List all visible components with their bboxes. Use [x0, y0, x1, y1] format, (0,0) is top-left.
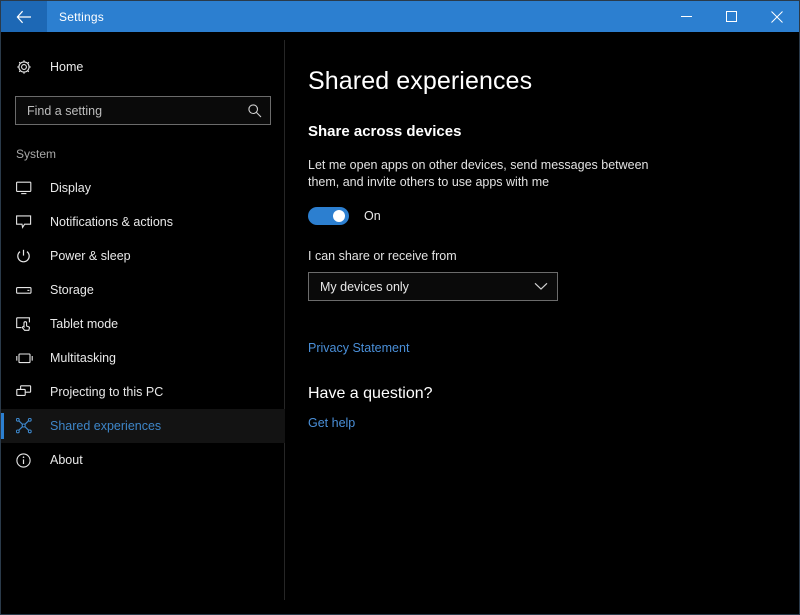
storage-drive-icon — [16, 280, 40, 300]
section-description: Let me open apps on other devices, send … — [308, 157, 674, 191]
sidebar-item-tablet-mode-label: Tablet mode — [40, 317, 118, 331]
section-title: Share across devices — [308, 123, 799, 140]
window-body: Home System — [1, 32, 799, 614]
sidebar-item-home-label: Home — [40, 60, 83, 74]
back-button[interactable] — [1, 1, 47, 32]
share-nodes-icon — [16, 416, 40, 436]
toggle-knob — [333, 210, 345, 222]
sidebar-item-power-label: Power & sleep — [40, 249, 131, 263]
sidebar: Home System — [1, 32, 285, 614]
sidebar-item-about-label: About — [40, 453, 83, 467]
toggle-state-label: On — [364, 209, 381, 223]
sidebar-item-storage[interactable]: Storage — [1, 273, 285, 307]
close-icon — [771, 11, 783, 23]
help-heading: Have a question? — [308, 385, 799, 403]
projecting-screens-icon — [16, 382, 40, 402]
monitor-icon — [16, 178, 40, 198]
selection-indicator — [1, 413, 4, 439]
search-icon[interactable] — [247, 103, 262, 118]
share-toggle-row: On — [308, 207, 799, 225]
search-input[interactable] — [27, 104, 247, 118]
share-from-dropdown[interactable]: My devices only — [308, 272, 558, 301]
sidebar-item-shared-experiences[interactable]: Shared experiences — [1, 409, 285, 443]
sidebar-item-display-label: Display — [40, 181, 91, 195]
settings-window: Settings — [0, 0, 800, 615]
window-title: Settings — [47, 1, 104, 32]
close-button[interactable] — [754, 1, 799, 32]
multitasking-windows-icon — [16, 348, 40, 368]
get-help-link[interactable]: Get help — [308, 416, 355, 430]
page-title: Shared experiences — [308, 67, 799, 96]
share-across-devices-toggle[interactable] — [308, 207, 349, 225]
maximize-icon — [726, 11, 737, 22]
chevron-down-icon — [534, 282, 548, 291]
sidebar-item-multitasking-label: Multitasking — [40, 351, 116, 365]
gear-icon — [16, 57, 40, 77]
notification-bubble-icon — [16, 212, 40, 232]
power-icon — [16, 246, 40, 266]
window-controls — [664, 1, 799, 32]
share-from-label: I can share or receive from — [308, 249, 799, 263]
privacy-statement-link[interactable]: Privacy Statement — [308, 341, 409, 355]
minimize-button[interactable] — [664, 1, 709, 32]
title-bar: Settings — [1, 1, 799, 32]
maximize-button[interactable] — [709, 1, 754, 32]
sidebar-item-about[interactable]: About — [1, 443, 285, 477]
sidebar-item-power[interactable]: Power & sleep — [1, 239, 285, 273]
back-arrow-icon — [16, 10, 32, 24]
tablet-touch-icon — [16, 314, 40, 334]
main-content: Shared experiences Share across devices … — [285, 32, 799, 614]
minimize-icon — [681, 11, 692, 22]
info-circle-icon — [16, 450, 40, 470]
sidebar-item-projecting-label: Projecting to this PC — [40, 385, 163, 399]
share-from-value: My devices only — [320, 280, 534, 294]
sidebar-item-projecting[interactable]: Projecting to this PC — [1, 375, 285, 409]
sidebar-item-multitasking[interactable]: Multitasking — [1, 341, 285, 375]
sidebar-item-tablet-mode[interactable]: Tablet mode — [1, 307, 285, 341]
search-container — [1, 96, 285, 125]
sidebar-item-home[interactable]: Home — [1, 50, 285, 84]
sidebar-group-header: System — [1, 147, 285, 171]
sidebar-item-notifications[interactable]: Notifications & actions — [1, 205, 285, 239]
search-box[interactable] — [15, 96, 271, 125]
sidebar-item-storage-label: Storage — [40, 283, 94, 297]
sidebar-item-display[interactable]: Display — [1, 171, 285, 205]
sidebar-item-shared-experiences-label: Shared experiences — [40, 419, 161, 433]
sidebar-item-notifications-label: Notifications & actions — [40, 215, 173, 229]
